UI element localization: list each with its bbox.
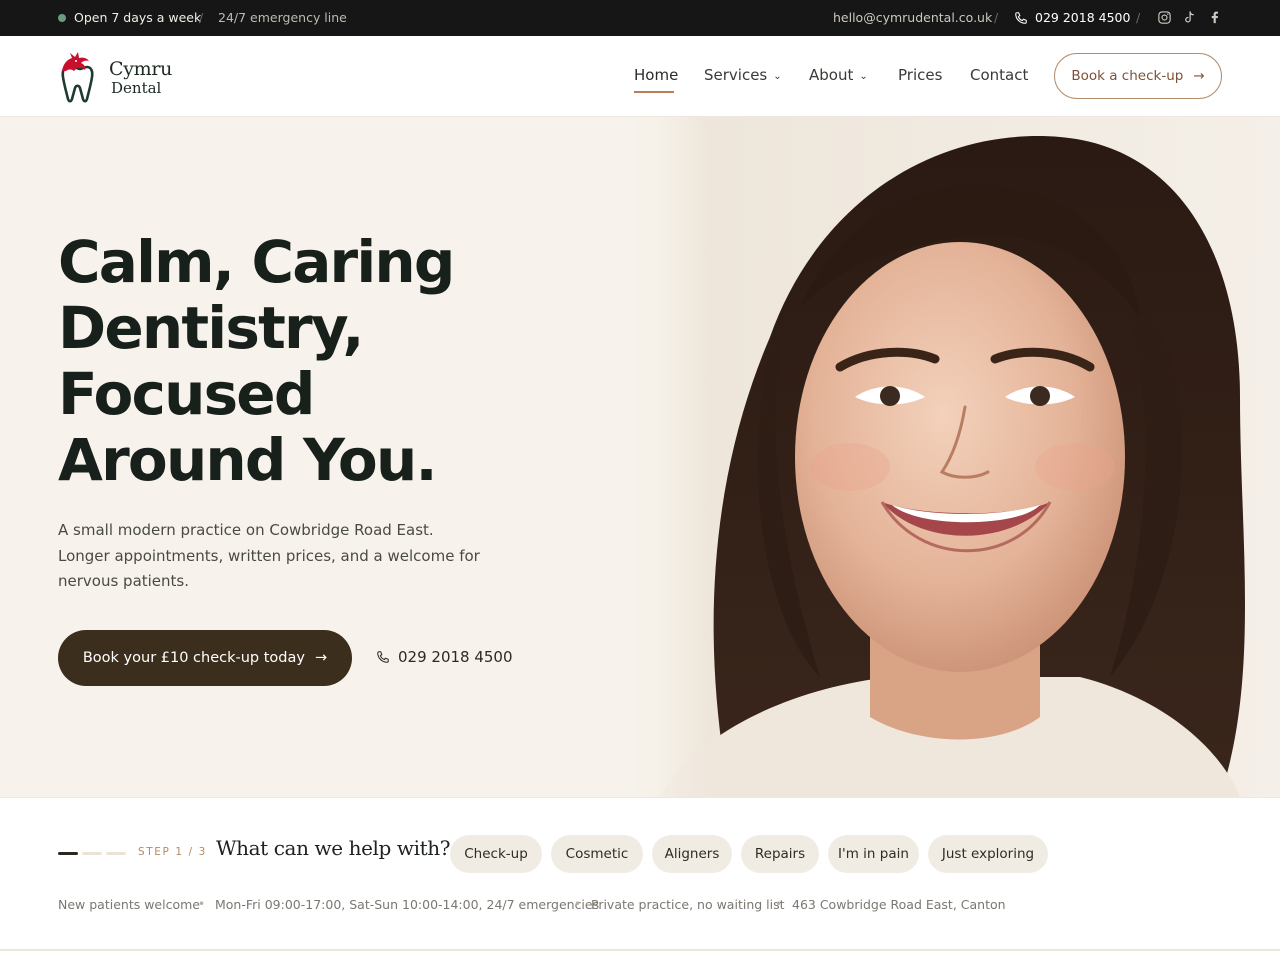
option-in-pain[interactable]: I'm in pain	[828, 835, 919, 873]
nav-about[interactable]: About ⌄	[809, 66, 868, 84]
cta-label: Book your £10 check-up today	[82, 650, 305, 666]
hero-phone-link[interactable]: 029 2018 4500	[398, 648, 513, 666]
email-link[interactable]: hello@cymrudental.co.uk	[833, 10, 992, 25]
logo-text-dental[interactable]: Dental	[111, 79, 161, 97]
step-progress-active	[58, 852, 78, 855]
arrow-right-icon: →	[1193, 68, 1205, 84]
info-bullet: •	[775, 897, 783, 911]
nav-services[interactable]: Services ⌄	[704, 66, 782, 84]
facebook-icon[interactable]	[1207, 10, 1222, 25]
hero-title-line: Around You.	[58, 426, 437, 494]
logo-text-cymru[interactable]: Cymru	[109, 58, 172, 80]
step-progress-pending	[82, 852, 102, 855]
top-bar: Open 7 days a week / 24/7 emergency line…	[0, 0, 1280, 36]
nav-contact[interactable]: Contact	[970, 66, 1028, 84]
hero-section: Calm, Caring Dentistry, Focused Around Y…	[0, 117, 1280, 797]
topbar-separator: /	[994, 10, 999, 25]
option-check-up[interactable]: Check-up	[450, 835, 542, 873]
open-status-dot	[58, 14, 66, 22]
topbar-phone-link[interactable]: 029 2018 4500	[1035, 10, 1130, 25]
tiktok-icon[interactable]	[1182, 10, 1197, 25]
option-repairs[interactable]: Repairs	[741, 835, 819, 873]
topbar-separator: /	[199, 10, 204, 25]
phone-icon	[377, 651, 389, 663]
opening-hours-text: Open 7 days a week	[74, 10, 202, 25]
info-bullet: •	[198, 897, 206, 911]
info-address: 463 Cowbridge Road East, Canton	[792, 897, 1006, 912]
option-cosmetic[interactable]: Cosmetic	[551, 835, 643, 873]
hero-subtitle: A small modern practice on Cowbridge Roa…	[58, 521, 480, 590]
info-bullet: •	[574, 897, 582, 911]
site-header: Cymru Dental Home Services ⌄ About ⌄ Price…	[0, 36, 1280, 117]
book-check-up-button[interactable]: Book a check-up →	[1054, 53, 1222, 99]
phone-icon	[1015, 12, 1027, 24]
smiling-woman-portrait-image	[620, 117, 1280, 797]
dragon-tooth-logo-icon[interactable]	[58, 51, 106, 103]
step-indicator: STEP 1 / 3	[138, 846, 207, 858]
nav-prices[interactable]: Prices	[898, 66, 942, 84]
page-bottom-divider	[0, 949, 1280, 951]
step-progress-pending	[106, 852, 126, 855]
chevron-down-icon: ⌄	[773, 71, 782, 82]
option-aligners[interactable]: Aligners	[652, 835, 732, 873]
hero-title-line: Focused	[58, 360, 315, 428]
emergency-line-text: 24/7 emergency line	[218, 10, 347, 25]
info-new-patients: New patients welcome	[58, 897, 200, 912]
chevron-down-icon: ⌄	[859, 71, 868, 82]
nav-home[interactable]: Home	[634, 66, 678, 84]
book-check-up-label: Book a check-up	[1071, 68, 1184, 84]
help-selector-strip: STEP 1 / 3 What can we help with? Check-…	[0, 797, 1280, 949]
info-private-practice: Private practice, no waiting list	[591, 897, 785, 912]
hero-title-line: Calm, Caring	[58, 228, 455, 296]
book-check-up-cta-button[interactable]: Book your £10 check-up today →	[58, 630, 352, 686]
hero-title-line: Dentistry,	[58, 294, 364, 362]
info-opening-hours: Mon-Fri 09:00-17:00, Sat-Sun 10:00-14:00…	[215, 897, 600, 912]
nav-active-indicator	[634, 91, 674, 93]
help-question: What can we help with?	[216, 836, 451, 860]
arrow-right-icon: →	[314, 650, 328, 666]
topbar-separator: /	[1136, 10, 1141, 25]
option-just-exploring[interactable]: Just exploring	[928, 835, 1048, 873]
hero-title: Calm, Caring Dentistry, Focused Around Y…	[58, 229, 598, 493]
nav-services-label: Services	[704, 66, 768, 84]
instagram-icon[interactable]	[1157, 10, 1172, 25]
nav-about-label: About	[809, 66, 854, 84]
